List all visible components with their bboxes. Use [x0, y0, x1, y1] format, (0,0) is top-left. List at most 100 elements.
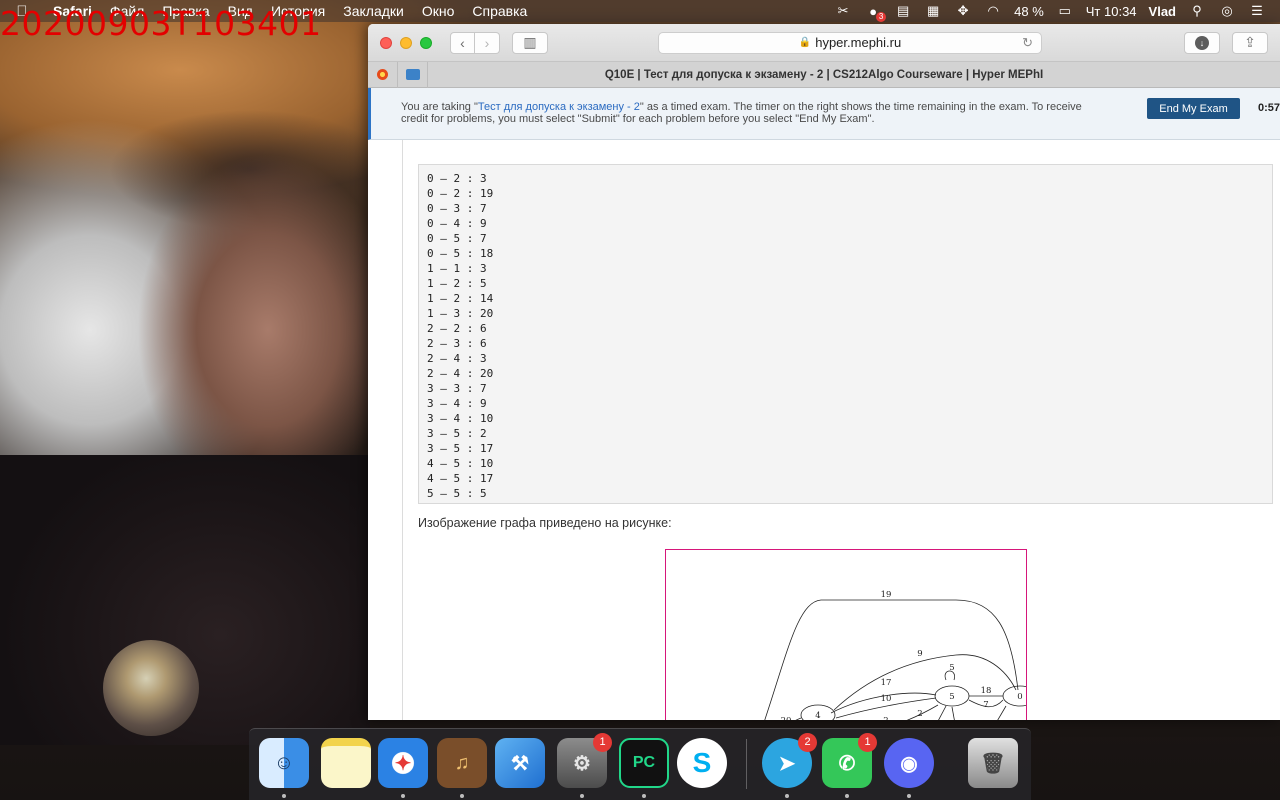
dock-running-indicator — [907, 794, 911, 798]
edge-label-7: 7 — [983, 700, 988, 710]
dock-finder-icon[interactable]: ☺ — [259, 738, 309, 788]
close-window-button[interactable] — [380, 36, 392, 49]
control-center-icon[interactable]: ☰ — [1248, 3, 1266, 19]
sidebar-icon: ▥ — [523, 34, 537, 50]
chat-favicon-icon — [405, 69, 420, 80]
edge-lower-3 — [951, 706, 955, 720]
macos-dock: ☺ ✦ ♫ ⚒ ⚙ 1 PC S ➤ 2 ✆ 1 ◉ 🗑 — [249, 728, 1031, 800]
edge-list-line: 5 — 5 : 5 — [427, 487, 487, 500]
wifi-icon[interactable]: ◠ — [984, 3, 1002, 19]
dock-safari-icon[interactable]: ✦ — [378, 738, 428, 788]
edge-list-line: 3 — 5 : 17 — [427, 442, 494, 455]
address-bar[interactable]: 🔒 hyper.mephi.ru ↻ — [658, 31, 1042, 54]
edge-list-line: 3 — 4 : 9 — [427, 397, 487, 410]
content-left-border — [402, 140, 403, 720]
menu-clock[interactable]: Чт 10:34 — [1086, 4, 1137, 19]
edge-label-17: 17 — [881, 678, 892, 688]
edge-label-5: 5 — [949, 663, 954, 673]
edge-list-line: 0 — 2 : 19 — [427, 187, 494, 200]
dock-trash-icon[interactable]: 🗑 — [968, 738, 1018, 788]
dock-separator — [746, 739, 747, 789]
edge-label-20: 20 — [781, 716, 792, 720]
dock-xcode-glyph: ⚒ — [511, 752, 529, 775]
dock-notes-icon[interactable] — [321, 738, 371, 788]
exam-timer: 0:57: — [1258, 102, 1280, 114]
reload-icon[interactable]: ↻ — [1022, 35, 1033, 51]
dock-skype-icon[interactable]: S — [677, 738, 727, 788]
clipped-text-line — [416, 140, 836, 146]
battery-percent[interactable]: 48 % — [1014, 4, 1044, 19]
exam-name-link[interactable]: Тест для допуска к экзамену - 2 — [478, 101, 640, 113]
notification-badge: 3 — [876, 12, 887, 22]
dock-running-indicator — [580, 794, 584, 798]
menu-bookmarks[interactable]: Закладки — [334, 0, 413, 22]
battery-icon[interactable]: ▭ — [1056, 3, 1074, 19]
dock-telegram-icon[interactable]: ➤ 2 — [762, 733, 817, 788]
dock-finder-glyph: ☺ — [273, 751, 295, 774]
minimize-window-button[interactable] — [400, 36, 412, 49]
navigation-buttons: ‹ › — [450, 31, 500, 54]
dock-system-preferences-badge: 1 — [593, 733, 612, 752]
edge-list-line: 1 — 2 : 14 — [427, 292, 494, 305]
edge-list-line: 4 — 5 : 10 — [427, 457, 494, 470]
dock-pycharm-icon[interactable]: PC — [619, 738, 669, 788]
chat-icon[interactable]: ▤ — [894, 3, 912, 19]
dock-running-indicator — [401, 794, 405, 798]
favorite-site-button-1[interactable] — [368, 61, 398, 88]
arrows-icon[interactable]: ✥ — [954, 3, 972, 19]
edge-label-19: 19 — [881, 590, 892, 600]
edge-list-line: 0 — 4 : 9 — [427, 217, 487, 230]
chevron-right-icon: › — [484, 34, 490, 51]
forward-button[interactable]: › — [475, 31, 500, 54]
edge-list-line: 2 — 2 : 6 — [427, 322, 487, 335]
node-4-label: 4 — [815, 711, 820, 720]
notification-app-icon[interactable]: ● 3 — [864, 3, 887, 22]
timed-exam-banner: You are taking "Тест для допуска к экзам… — [368, 88, 1280, 140]
edge-list-box: 0 — 2 : 3 0 — 2 : 19 0 — 3 : 7 0 — 4 : 9 0 —… — [418, 164, 1273, 504]
edge-list-line: 1 — 2 : 5 — [427, 277, 487, 290]
edge-list-line: 2 — 4 : 3 — [427, 352, 487, 365]
end-my-exam-button[interactable]: End My Exam — [1147, 98, 1240, 119]
dock-xcode-icon[interactable]: ⚒ — [495, 738, 545, 788]
node-0-label: 0 — [1017, 692, 1022, 702]
edge-lower-2 — [938, 705, 947, 720]
back-button[interactable]: ‹ — [450, 31, 475, 54]
share-icon: ⇪ — [1244, 34, 1256, 50]
dock-skype-glyph: S — [692, 747, 712, 778]
edge-2-curve — [906, 704, 939, 720]
share-button[interactable]: ⇪ — [1232, 31, 1268, 54]
dock-running-indicator — [460, 794, 464, 798]
siri-icon[interactable]: ◎ — [1218, 3, 1236, 19]
active-tab-title: Q10E | Тест для допуска к экзамену - 2 |… — [604, 68, 1044, 81]
user-name[interactable]: Vlad — [1149, 4, 1176, 19]
download-icon: ↓ — [1195, 35, 1209, 50]
edge-label-2: 2 — [917, 709, 922, 719]
menu-help[interactable]: Справка — [463, 0, 536, 22]
exam-banner-text-start: You are taking " — [401, 101, 478, 113]
graph-drawing: 4 5 0 19 9 5 17 10 18 7 2 20 2 — [764, 590, 1026, 720]
downloads-button[interactable]: ↓ — [1184, 31, 1220, 54]
favorite-site-button-2[interactable] — [398, 61, 428, 88]
dock-system-preferences-icon[interactable]: ⚙ 1 — [557, 733, 612, 788]
edge-list-line: 2 — 4 : 20 — [427, 367, 494, 380]
dock-garageband-icon[interactable]: ♫ — [437, 738, 487, 788]
node-5-label: 5 — [949, 692, 954, 702]
window-controls — [368, 36, 432, 49]
edge-list-line: 1 — 3 : 20 — [427, 307, 494, 320]
spotlight-search-icon[interactable]: ⚲ — [1188, 3, 1206, 19]
node-0-outline — [1002, 685, 1026, 707]
sidebar-toggle-button[interactable]: ▥ — [512, 31, 548, 54]
edge-label-2-lower: 2 — [883, 716, 888, 720]
fullscreen-window-button[interactable] — [420, 36, 432, 49]
edge-label-10: 10 — [881, 694, 892, 704]
browser-toolbar: ‹ › ▥ 🔒 hyper.mephi.ru ↻ ↓ ⇪ — [368, 24, 1280, 62]
menu-window[interactable]: Окно — [413, 0, 464, 22]
scissors-icon[interactable]: ✂ — [834, 3, 852, 19]
flag-icon[interactable]: ▦ — [924, 3, 942, 19]
edge-list-line: 0 — 5 : 7 — [427, 232, 487, 245]
dock-telegram-glyph: ➤ — [778, 752, 796, 775]
dock-running-indicator — [642, 794, 646, 798]
dock-discord-icon[interactable]: ◉ — [884, 738, 934, 788]
url-text: hyper.mephi.ru — [815, 35, 902, 50]
dock-facetime-icon[interactable]: ✆ 1 — [822, 733, 877, 788]
